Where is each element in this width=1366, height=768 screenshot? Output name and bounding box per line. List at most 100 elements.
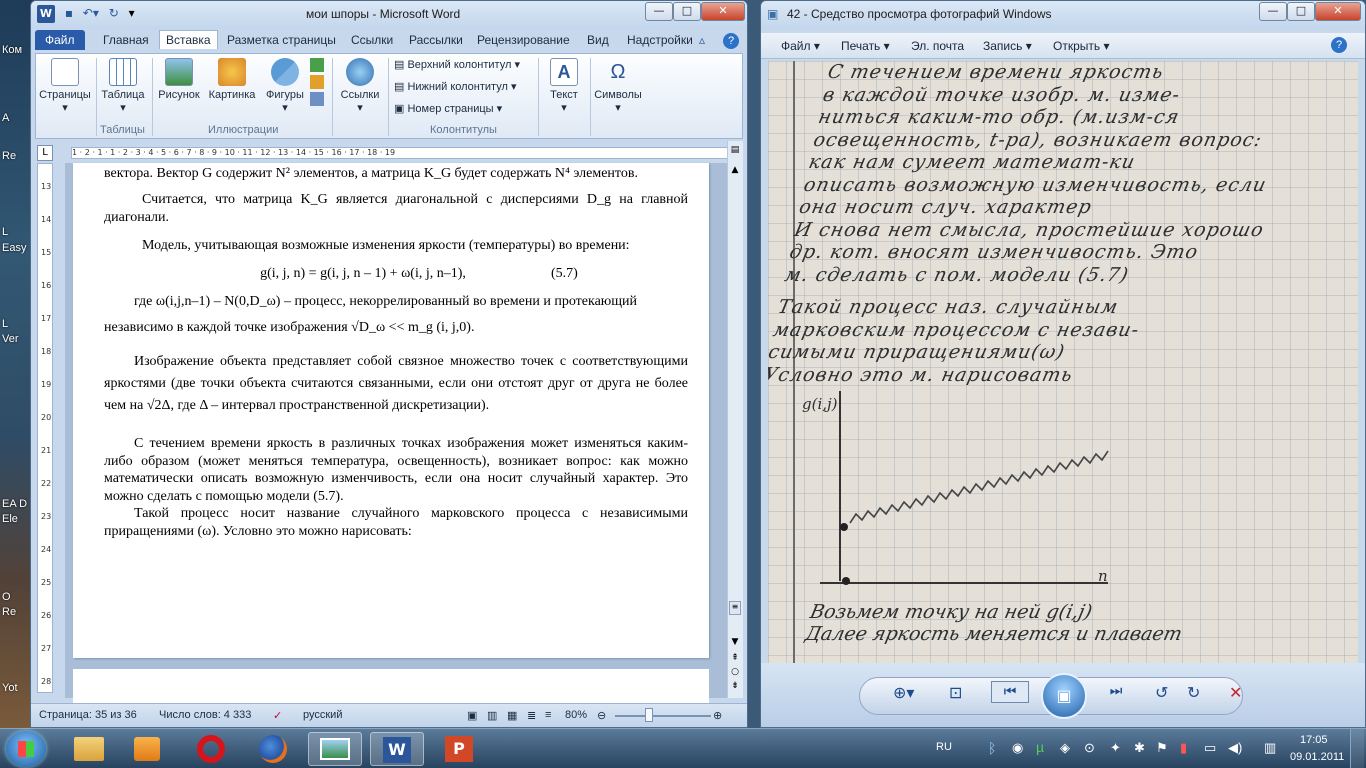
usb-icon[interactable]: ✱	[1134, 740, 1145, 756]
delete-icon[interactable]: ✕	[1229, 683, 1242, 702]
menu-print[interactable]: Печать ▾	[841, 39, 890, 53]
previous-page-icon[interactable]: ⇞	[729, 653, 741, 663]
zoom-level[interactable]: 80%	[565, 709, 587, 721]
scroll-down-icon[interactable]: ▼	[729, 637, 741, 647]
taskbar-photo-viewer[interactable]	[308, 732, 362, 766]
zoom-slider[interactable]	[615, 715, 711, 717]
proofing-icon[interactable]: ✓	[273, 709, 282, 722]
doc-paragraph[interactable]: Считается, что матрица K_G является диаг…	[104, 191, 688, 226]
close-button[interactable]: ✕	[1315, 2, 1361, 21]
taskbar-explorer[interactable]	[62, 732, 116, 766]
page-count[interactable]: Страница: 35 из 36	[39, 709, 137, 721]
desktop-icon-label[interactable]: Ele	[2, 513, 18, 525]
previous-icon[interactable]: ⏮	[991, 681, 1029, 703]
vertical-ruler[interactable]: 13 14 15 16 17 18 19 20 21 22 23 24 25 2…	[37, 163, 53, 693]
zoom-slider-thumb[interactable]	[645, 708, 653, 722]
taskbar-word[interactable]: W	[370, 732, 424, 766]
doc-paragraph[interactable]: независимо в каждой точке изображения √D…	[104, 319, 688, 337]
display-icon[interactable]: ▭	[1204, 740, 1216, 756]
equation-number[interactable]: (5.7)	[551, 265, 611, 283]
tab-file[interactable]: Файл	[35, 30, 85, 50]
photo-canvas[interactable]: С течением времени яркость в каждой точк…	[768, 61, 1358, 663]
desktop-icon-label[interactable]: Yot	[2, 682, 18, 694]
shapes-button[interactable]: Фигуры ▾	[262, 58, 308, 114]
next-icon[interactable]: ⏭	[1097, 681, 1135, 703]
menu-open[interactable]: Открыть ▾	[1053, 39, 1110, 53]
word-logo-icon[interactable]: W	[37, 5, 55, 23]
save-icon[interactable]: ▪	[65, 6, 73, 20]
doc-paragraph[interactable]: Такой процесс носит название случайного …	[104, 505, 688, 540]
help-icon[interactable]: ?	[723, 33, 739, 49]
tab-mailings[interactable]: Рассылки	[409, 33, 463, 47]
customize-qat-icon[interactable]: ▾	[129, 6, 135, 20]
scroll-up-icon[interactable]: ▲	[729, 165, 741, 177]
doc-paragraph[interactable]: С течением времени яркость в различных т…	[104, 435, 688, 505]
minimize-button[interactable]: —	[645, 2, 673, 21]
power-icon[interactable]: ▮	[1180, 740, 1187, 756]
viewer-titlebar[interactable]: ▣ 42 - Средство просмотра фотографий Win…	[761, 1, 1365, 29]
full-screen-reading-icon[interactable]: ▥	[487, 709, 497, 722]
clock-time[interactable]: 17:05	[1300, 734, 1328, 746]
taskbar-firefox[interactable]	[246, 732, 300, 766]
desktop-icon-label[interactable]: Ком	[2, 44, 22, 56]
outline-icon[interactable]: ≣	[527, 709, 536, 722]
show-desktop-button[interactable]	[1350, 729, 1364, 768]
picture-button[interactable]: Рисунок	[156, 58, 202, 101]
rotate-right-icon[interactable]: ↻	[1187, 683, 1200, 702]
maximize-button[interactable]: □	[673, 2, 701, 21]
flag-icon[interactable]: ⚑	[1156, 740, 1168, 756]
menu-email[interactable]: Эл. почта	[911, 39, 964, 53]
rotate-left-icon[interactable]: ↺	[1155, 683, 1168, 702]
tab-selector-icon[interactable]: L	[37, 145, 53, 161]
header-button[interactable]: ▤ Верхний колонтитул ▾	[394, 58, 520, 71]
clipart-button[interactable]: Картинка	[204, 58, 260, 101]
tab-addins[interactable]: Надстройки	[627, 33, 693, 47]
zoom-in-icon[interactable]: ⊕	[713, 709, 722, 722]
smartart-button[interactable]	[310, 58, 326, 106]
security-icon[interactable]: ◉	[1012, 740, 1023, 756]
word-count[interactable]: Число слов: 4 333	[159, 709, 251, 721]
horizontal-ruler[interactable]: 1 · 2 · 1 · 1 · 2 · 3 · 4 · 5 · 6 · 7 · …	[71, 147, 743, 159]
desktop-icon-label[interactable]: A	[2, 112, 9, 124]
pages-button[interactable]: Страницы ▾	[38, 58, 92, 114]
close-button[interactable]: ✕	[701, 2, 745, 21]
doc-paragraph[interactable]: вектора. Вектор G содержит N² элементов,…	[104, 165, 688, 183]
next-page-icon[interactable]: ⇟	[729, 681, 741, 691]
tab-view[interactable]: Вид	[587, 33, 609, 47]
clock-date[interactable]: 09.01.2011	[1290, 751, 1344, 763]
tab-page-layout[interactable]: Разметка страницы	[227, 33, 336, 47]
actual-size-icon[interactable]: ⊡	[949, 683, 962, 702]
undo-icon[interactable]: ↶▾	[83, 6, 99, 20]
tab-home[interactable]: Главная	[103, 33, 149, 47]
dropbox-icon[interactable]: ✦	[1110, 740, 1121, 756]
start-button[interactable]	[6, 731, 46, 767]
desktop-icon-label[interactable]: Ver	[2, 333, 19, 345]
minimize-ribbon-icon[interactable]: ▵	[699, 33, 705, 47]
zoom-icon[interactable]: ⊕▾	[893, 683, 914, 702]
doc-paragraph[interactable]: где ω(i,j,n–1) – N(0,D_ω) – процесс, нек…	[104, 293, 688, 311]
taskbar-opera[interactable]	[184, 732, 238, 766]
text-button[interactable]: A Текст ▾	[542, 58, 586, 114]
desktop-icon-label[interactable]: L	[2, 226, 8, 238]
help-icon[interactable]: ?	[1331, 37, 1347, 53]
page-number-button[interactable]: ▣ Номер страницы ▾	[394, 102, 502, 115]
minimize-button[interactable]: —	[1259, 2, 1287, 21]
desktop-icon-label[interactable]: O	[2, 591, 11, 603]
network-status-icon[interactable]: ▥	[1264, 740, 1276, 756]
taskbar-powerpoint[interactable]: P	[432, 732, 486, 766]
redo-icon[interactable]: ↻	[109, 6, 119, 20]
draft-icon[interactable]: ≡	[545, 709, 551, 721]
language-indicator[interactable]: RU	[936, 741, 952, 753]
volume-icon[interactable]: ◀)	[1228, 740, 1242, 756]
footer-button[interactable]: ▤ Нижний колонтитул ▾	[394, 80, 516, 93]
zoom-out-icon[interactable]: ⊖	[597, 709, 606, 722]
browse-object-icon[interactable]: ○	[729, 667, 741, 677]
table-button[interactable]: Таблица ▾	[98, 58, 148, 114]
desktop-icon-label[interactable]: Easy	[2, 242, 26, 254]
ruler-toggle-icon[interactable]: ▤	[729, 145, 741, 159]
torrent-icon[interactable]: µ	[1036, 739, 1044, 755]
vertical-scrollbar[interactable]: ▤ ▲ ≡ ▼ ⇞ ○ ⇟	[727, 141, 743, 698]
desktop-icon-label[interactable]: Re	[2, 150, 16, 162]
taskbar-media-player[interactable]	[120, 732, 174, 766]
word-titlebar[interactable]: W ▪ ↶▾ ↻ ▾ мои шпоры - Microsoft Word — …	[31, 1, 747, 29]
